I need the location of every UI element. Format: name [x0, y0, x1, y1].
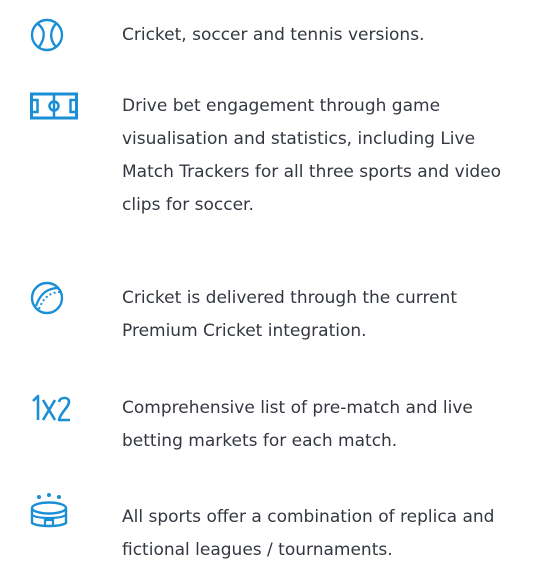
stadium-icon [30, 493, 78, 533]
feature-list: Cricket, soccer and tennis versions. Dri… [0, 0, 544, 569]
feature-text: Cricket, soccer and tennis versions. [122, 25, 425, 45]
tennis-ball-icon [30, 15, 78, 55]
feature-text: Comprehensive list of pre-match and live… [122, 398, 473, 451]
1x2-odds-icon [30, 387, 78, 427]
soccer-pitch-icon [30, 90, 78, 130]
feature-text: Drive bet engagement through game visual… [122, 96, 502, 215]
feature-text: All sports offer a combination of replic… [122, 507, 495, 560]
cricket-ball-icon [30, 278, 78, 318]
feature-text: Cricket is delivered through the current… [122, 288, 457, 341]
